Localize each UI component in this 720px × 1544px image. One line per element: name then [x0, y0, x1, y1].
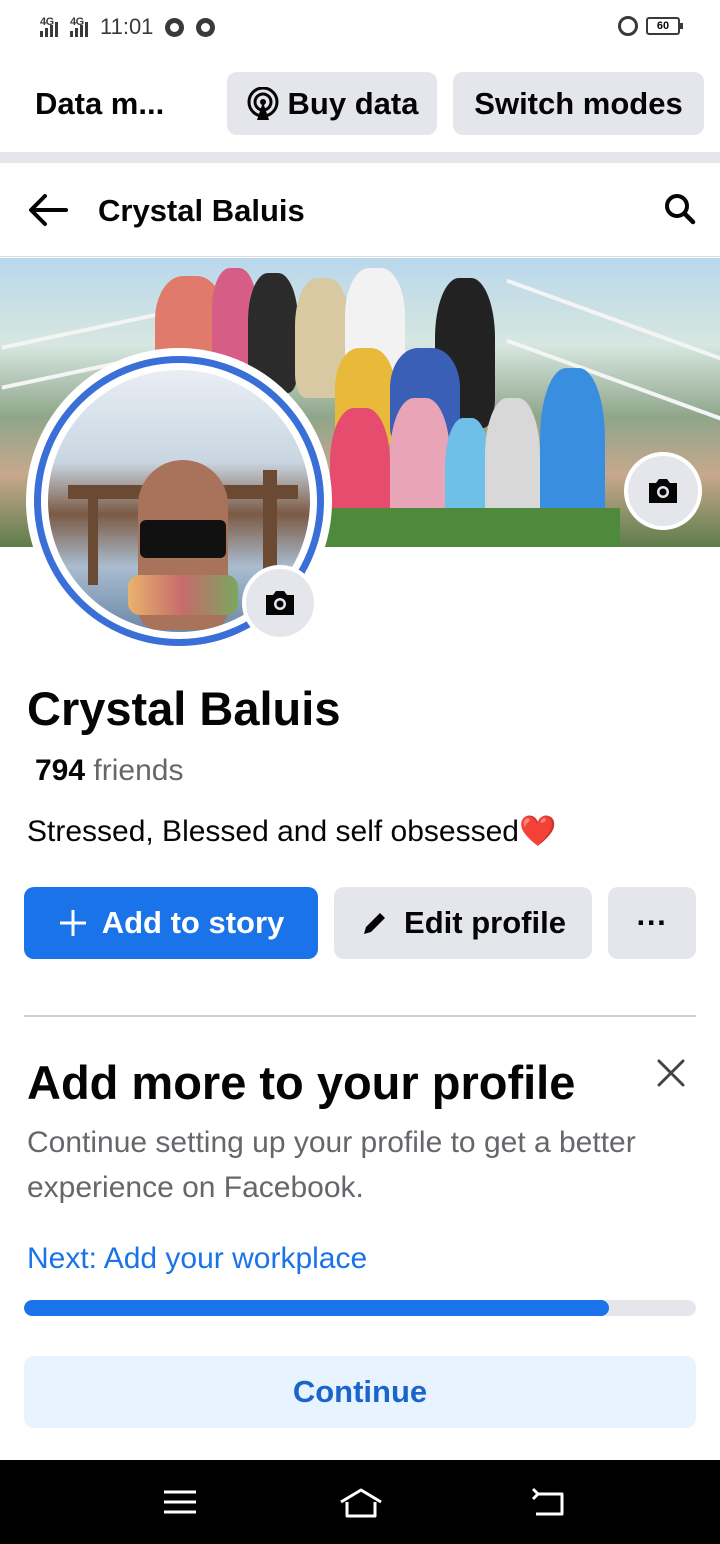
- friends-count[interactable]: 794 friends: [35, 754, 183, 788]
- camera-icon: [266, 591, 294, 615]
- progress-fill: [24, 1300, 609, 1316]
- friends-number: 794: [35, 754, 86, 787]
- data-mode-title[interactable]: Data m...: [35, 86, 164, 122]
- signal-icon-2: 4G: [70, 15, 88, 37]
- next-step-link[interactable]: Next: Add your workplace: [27, 1242, 367, 1276]
- more-dots-icon: ···: [636, 905, 668, 940]
- signal-icon: 4G: [40, 15, 58, 37]
- more-options-button[interactable]: ···: [608, 887, 696, 959]
- camera-icon: [649, 479, 677, 503]
- messenger-icon: [165, 17, 185, 37]
- profile-bio: Stressed, Blessed and self obsessed❤️: [27, 814, 556, 849]
- network-type-label-2: 4G: [70, 15, 84, 28]
- cover-camera-button[interactable]: [624, 452, 702, 530]
- heart-emoji: ❤️: [518, 815, 557, 848]
- add-more-description: Continue setting up your profile to get …: [27, 1126, 636, 1204]
- friends-label: friends: [85, 754, 184, 787]
- back-arrow-icon[interactable]: [28, 193, 68, 227]
- edit-profile-label: Edit profile: [404, 905, 566, 940]
- back-nav-icon[interactable]: [528, 1484, 568, 1520]
- buy-data-button[interactable]: Buy data: [227, 72, 437, 135]
- profile-camera-button[interactable]: [242, 565, 318, 641]
- profile-name: Crystal Baluis: [27, 682, 341, 735]
- profile-progress-bar: [24, 1300, 696, 1316]
- alarm-icon: [618, 16, 638, 36]
- bio-text: Stressed, Blessed and self obsessed: [27, 815, 519, 848]
- continue-button[interactable]: Continue: [24, 1356, 696, 1428]
- home-icon[interactable]: [338, 1484, 384, 1520]
- plus-icon: [59, 910, 86, 936]
- buy-data-label: Buy data: [287, 85, 419, 121]
- pencil-icon: [364, 913, 386, 934]
- divider: [24, 1015, 696, 1017]
- add-to-story-button[interactable]: Add to story: [24, 887, 318, 959]
- network-type-label: 4G: [40, 15, 54, 28]
- status-bar: 4G 4G 11:01 60: [0, 0, 720, 56]
- header-title: Crystal Baluis: [98, 193, 305, 228]
- status-left: 4G 4G 11:01: [40, 14, 216, 40]
- notification-icon: [196, 17, 216, 37]
- menu-icon[interactable]: [160, 1484, 200, 1520]
- clock: 11:01: [100, 14, 154, 39]
- profile-header: Crystal Baluis: [0, 163, 720, 257]
- system-nav-bar: [0, 1460, 720, 1544]
- switch-modes-button[interactable]: Switch modes: [453, 72, 704, 135]
- add-to-story-label: Add to story: [101, 905, 285, 940]
- data-mode-bar: Data m... Buy data Switch modes: [0, 56, 720, 152]
- search-icon[interactable]: [664, 193, 696, 225]
- status-right: 60: [618, 16, 683, 36]
- close-icon[interactable]: [654, 1056, 688, 1090]
- switch-modes-label: Switch modes: [474, 85, 683, 121]
- edit-profile-button[interactable]: Edit profile: [334, 887, 592, 959]
- broadcast-icon: [247, 86, 279, 120]
- section-divider: [0, 152, 720, 163]
- battery-icon: 60: [646, 17, 683, 35]
- add-more-title: Add more to your profile: [27, 1056, 576, 1109]
